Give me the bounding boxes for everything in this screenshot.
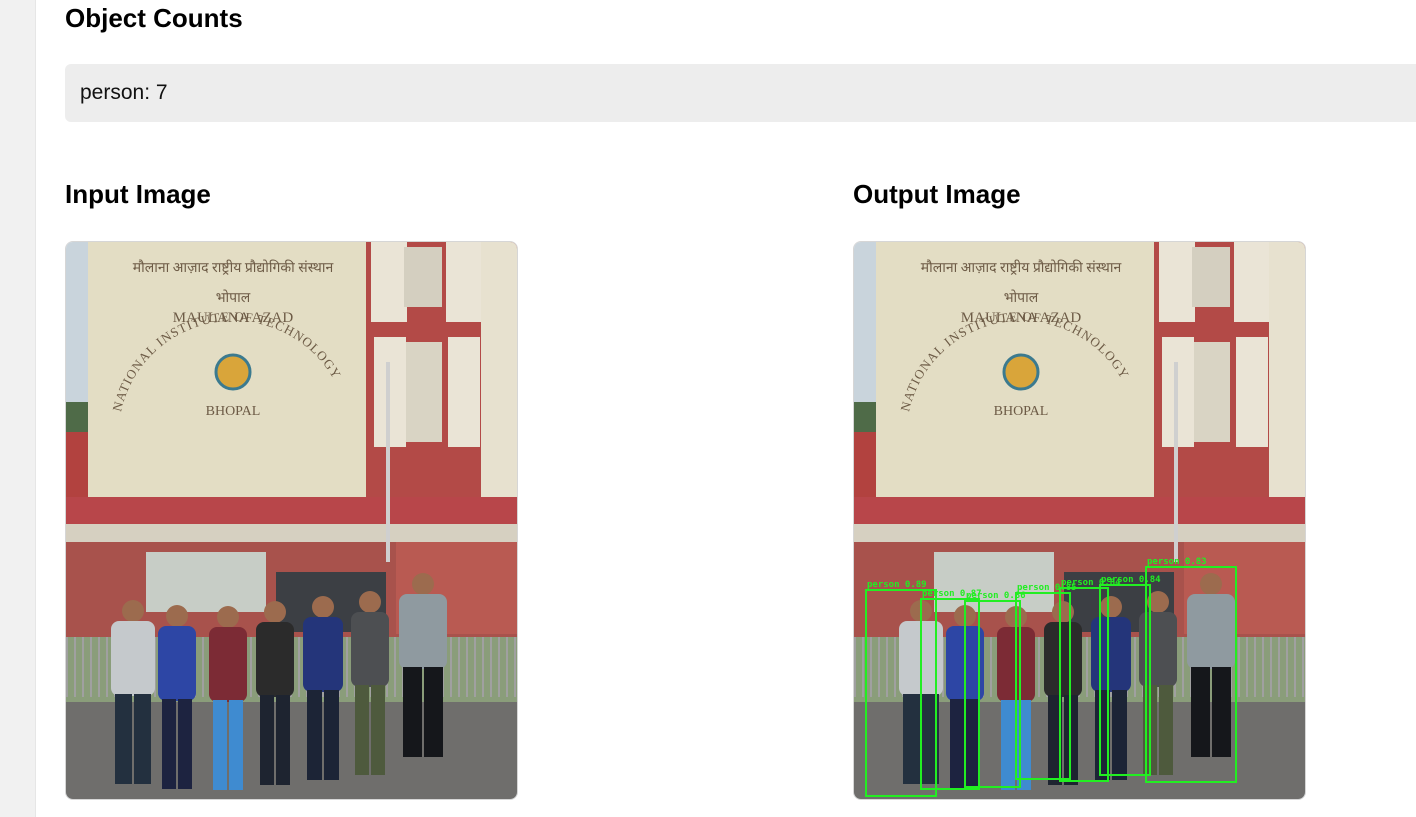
- input-image: मौलाना आज़ाद राष्ट्रीय प्रौद्योगिकी संस्…: [65, 241, 518, 800]
- input-sign-bhopal-en: BHOPAL: [206, 404, 261, 419]
- object-counts-box: person: 7: [65, 64, 1416, 122]
- input-sign-hindi: मौलाना आज़ाद राष्ट्रीय प्रौद्योगिकी संस्…: [133, 259, 334, 276]
- output-sign-bhopal-en: BHOPAL: [994, 404, 1049, 419]
- output-image-heading: Output Image: [853, 179, 1021, 209]
- output-sign-bhopal-hindi: भोपाल: [1004, 289, 1039, 306]
- detection-label-7: person 0.83: [1147, 557, 1207, 567]
- output-image: मौलाना आज़ाद राष्ट्रीय प्रौद्योगिकी संस्…: [853, 241, 1306, 800]
- sidebar-strip: [0, 0, 36, 817]
- input-sign-bhopal-hindi: भोपाल: [216, 289, 251, 306]
- output-sign-hindi: मौलाना आज़ाद राष्ट्रीय प्रौद्योगिकी संस्…: [921, 259, 1122, 276]
- detection-label-6: person 0.84: [1101, 575, 1161, 585]
- detection-label-1: person 0.89: [867, 580, 927, 590]
- main-content: Object Counts person: 7 Input Image Outp…: [65, 0, 1416, 817]
- object-counts-heading: Object Counts: [65, 3, 243, 33]
- object-counts-text: person: 7: [80, 81, 168, 104]
- input-image-heading: Input Image: [65, 179, 211, 209]
